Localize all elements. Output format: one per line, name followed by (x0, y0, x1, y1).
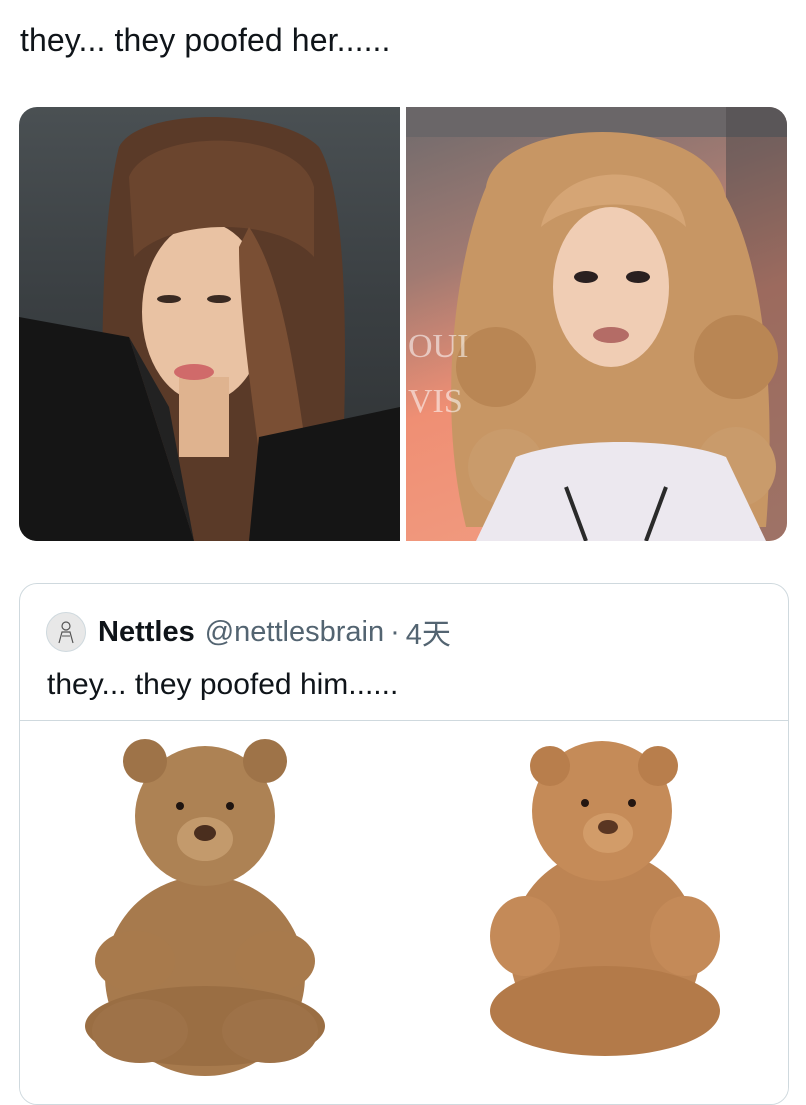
quoted-display-name[interactable]: Nettles (98, 616, 195, 649)
separator-dot: · (390, 615, 400, 648)
post-media-grid[interactable]: OUI VIS (19, 107, 787, 541)
sketch-avatar-icon[interactable] (46, 612, 86, 652)
teddy-bear-curly[interactable] (85, 739, 325, 1076)
svg-text:VIS: VIS (408, 383, 463, 420)
quoted-tweet-text: they... they poofed him...... (47, 668, 399, 701)
photo-curly-hair[interactable]: OUI VIS (406, 107, 787, 541)
quoted-media[interactable] (20, 721, 788, 1104)
quoted-handle[interactable]: @nettlesbrain (205, 616, 384, 649)
photo-straight-hair[interactable] (19, 107, 400, 541)
quoted-tweet-card[interactable]: Nettles @nettlesbrain · 4天 they... they … (19, 583, 789, 1105)
quoted-timestamp[interactable]: 4天 (406, 611, 451, 653)
teddy-bear-fluffy[interactable] (490, 741, 720, 1056)
svg-text:OUI: OUI (408, 328, 468, 365)
post-text: they... they poofed her...... (20, 22, 391, 58)
quoted-tweet-header: Nettles @nettlesbrain · 4天 (46, 612, 451, 652)
